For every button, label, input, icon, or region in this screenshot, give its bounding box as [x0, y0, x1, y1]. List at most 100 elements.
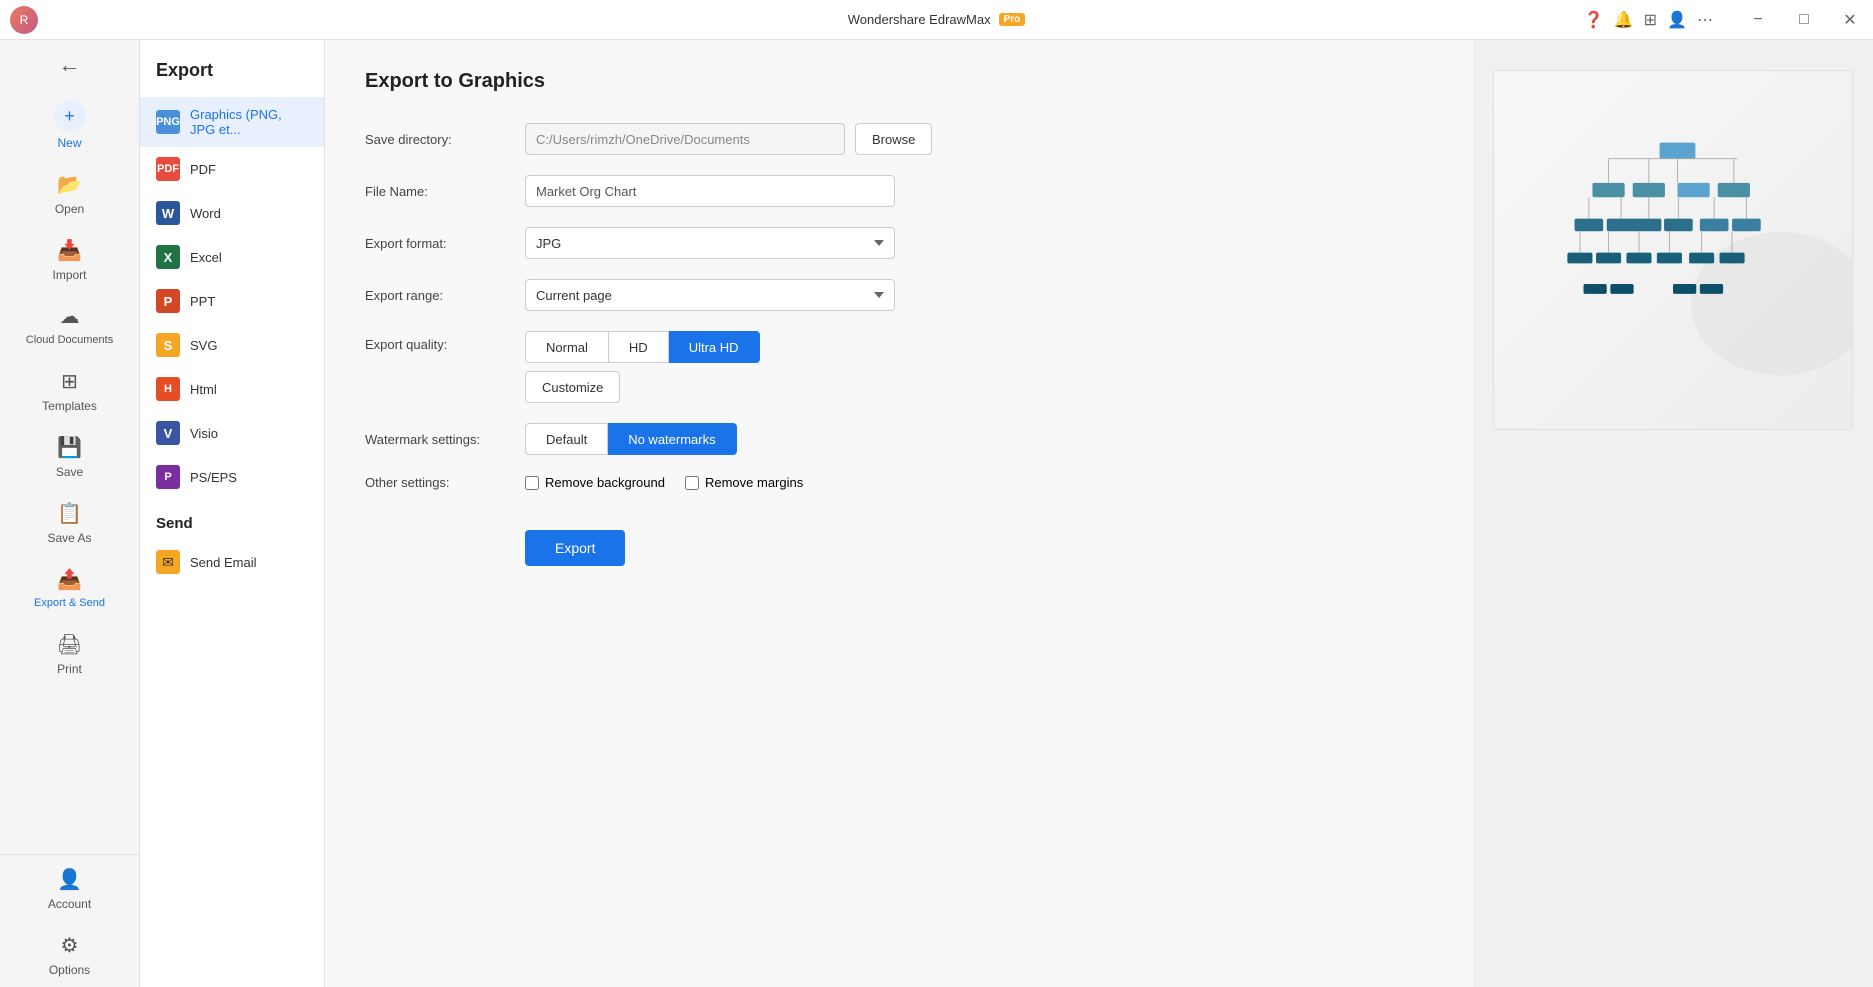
close-button[interactable]: ✕ [1827, 0, 1873, 40]
save-directory-row: Save directory: Browse [365, 123, 1433, 155]
sidebar-label-open: Open [55, 202, 84, 216]
save-directory-input[interactable] [525, 123, 845, 155]
templates-icon: ⊞ [56, 367, 84, 395]
share-icon[interactable]: 👤 [1667, 10, 1687, 30]
sidebar-item-new[interactable]: + New [0, 90, 139, 160]
minimize-button[interactable]: − [1735, 0, 1781, 40]
save-icon: 💾 [56, 433, 84, 461]
other-settings-label: Other settings: [365, 475, 515, 490]
remove-background-checkbox[interactable] [525, 476, 539, 490]
save-directory-label: Save directory: [365, 132, 515, 147]
sidebar-label-save: Save [56, 465, 83, 479]
sidebar-label-saveas: Save As [47, 531, 91, 545]
png-icon: PNG [156, 110, 180, 134]
watermark-row: Watermark settings: Default No watermark… [365, 423, 1433, 455]
ppt-icon: P [156, 289, 180, 313]
preview-chart [1494, 71, 1852, 429]
left-sidebar: ← + New 📂 Open 📥 Import ☁ Cloud Document… [0, 40, 140, 987]
titlebar-icons: ❓ 🔔 ⊞ 👤 ⋯ [1584, 10, 1733, 30]
sidebar-label-options: Options [49, 963, 90, 977]
account-icon: 👤 [56, 865, 84, 893]
titlebar: R Wondershare EdrawMax Pro ❓ 🔔 ⊞ 👤 ⋯ − □… [0, 0, 1873, 40]
cloud-icon: ☁ [56, 302, 84, 330]
remove-margins-checkbox[interactable] [685, 476, 699, 490]
sidebar-item-print[interactable]: 🖨 Print [0, 620, 139, 686]
sidebar-label-templates: Templates [42, 399, 97, 413]
sidebar-item-cloud[interactable]: ☁ Cloud Documents [0, 292, 139, 357]
browse-button[interactable]: Browse [855, 123, 932, 155]
print-icon: 🖨 [56, 630, 84, 658]
customize-button[interactable]: Customize [525, 371, 620, 403]
export-sidebar-title: Export [140, 40, 324, 97]
send-section-label: Send [140, 499, 324, 540]
export-range-label: Export range: [365, 288, 515, 303]
sidebar-label-account: Account [48, 897, 91, 911]
format-label-pseps: PS/EPS [190, 470, 237, 485]
remove-margins-checkbox-item[interactable]: Remove margins [685, 475, 803, 490]
sidebar-item-import[interactable]: 📥 Import [0, 226, 139, 292]
format-item-visio[interactable]: V Visio [140, 411, 324, 455]
format-item-pseps[interactable]: P PS/EPS [140, 455, 324, 499]
preview-box [1493, 70, 1853, 430]
export-button[interactable]: Export [525, 530, 625, 566]
format-item-word[interactable]: W Word [140, 191, 324, 235]
sidebar-item-export[interactable]: 📤 Export & Send [0, 555, 139, 620]
html-icon: H [156, 377, 180, 401]
file-name-input[interactable] [525, 175, 895, 207]
format-label-excel: Excel [190, 250, 222, 265]
app-title: Wondershare EdrawMax Pro [848, 12, 1026, 27]
avatar[interactable]: R [10, 6, 38, 34]
quality-hd-button[interactable]: HD [609, 331, 669, 363]
remove-background-checkbox-item[interactable]: Remove background [525, 475, 665, 490]
export-quality-label: Export quality: [365, 331, 515, 352]
more-icon[interactable]: ⋯ [1697, 10, 1713, 30]
format-item-ppt[interactable]: P PPT [140, 279, 324, 323]
export-format-row: Export format: JPG PNG BMP GIF [365, 227, 1433, 259]
excel-icon: X [156, 245, 180, 269]
file-name-row: File Name: [365, 175, 1433, 207]
open-icon: 📂 [56, 170, 84, 198]
export-format-select[interactable]: JPG PNG BMP GIF [525, 227, 895, 259]
format-item-excel[interactable]: X Excel [140, 235, 324, 279]
export-format-sidebar: Export PNG Graphics (PNG, JPG et... PDF … [140, 40, 325, 987]
back-button[interactable]: ← [0, 40, 139, 90]
page-title: Export to Graphics [365, 70, 1433, 93]
sidebar-label-import: Import [52, 268, 86, 282]
svg-icon: S [156, 333, 180, 357]
sidebar-item-account[interactable]: 👤 Account [0, 855, 139, 921]
sidebar-item-templates[interactable]: ⊞ Templates [0, 357, 139, 423]
preview-panel [1473, 40, 1873, 987]
help-icon[interactable]: ❓ [1584, 10, 1604, 30]
pro-badge: Pro [999, 13, 1026, 26]
main-content: Export to Graphics Save directory: Brows… [325, 40, 1473, 987]
watermark-button-group: Default No watermarks [525, 423, 737, 455]
sidebar-item-save[interactable]: 💾 Save [0, 423, 139, 489]
quality-normal-button[interactable]: Normal [525, 331, 609, 363]
back-icon: ← [56, 51, 84, 79]
format-label-png: Graphics (PNG, JPG et... [190, 107, 308, 137]
format-label-ppt: PPT [190, 294, 215, 309]
export-range-select[interactable]: Current page All pages Custom range [525, 279, 895, 311]
sidebar-item-open[interactable]: 📂 Open [0, 160, 139, 226]
watermark-none-button[interactable]: No watermarks [608, 423, 736, 455]
format-item-svg[interactable]: S SVG [140, 323, 324, 367]
format-label-word: Word [190, 206, 221, 221]
import-icon: 📥 [56, 236, 84, 264]
format-label-pdf: PDF [190, 162, 216, 177]
format-label-svg: SVG [190, 338, 217, 353]
quality-ultrahd-button[interactable]: Ultra HD [669, 331, 760, 363]
format-item-png[interactable]: PNG Graphics (PNG, JPG et... [140, 97, 324, 147]
watermark-default-button[interactable]: Default [525, 423, 608, 455]
export-range-row: Export range: Current page All pages Cus… [365, 279, 1433, 311]
remove-background-label: Remove background [545, 475, 665, 490]
sidebar-item-options[interactable]: ⚙ Options [0, 921, 139, 987]
notification-icon[interactable]: 🔔 [1614, 10, 1634, 30]
maximize-button[interactable]: □ [1781, 0, 1827, 40]
format-item-pdf[interactable]: PDF PDF [140, 147, 324, 191]
sidebar-item-saveas[interactable]: 📋 Save As [0, 489, 139, 555]
format-label-visio: Visio [190, 426, 218, 441]
send-email-item[interactable]: ✉ Send Email [140, 540, 324, 584]
new-icon: + [54, 100, 86, 132]
apps-icon[interactable]: ⊞ [1644, 10, 1657, 30]
format-item-html[interactable]: H Html [140, 367, 324, 411]
